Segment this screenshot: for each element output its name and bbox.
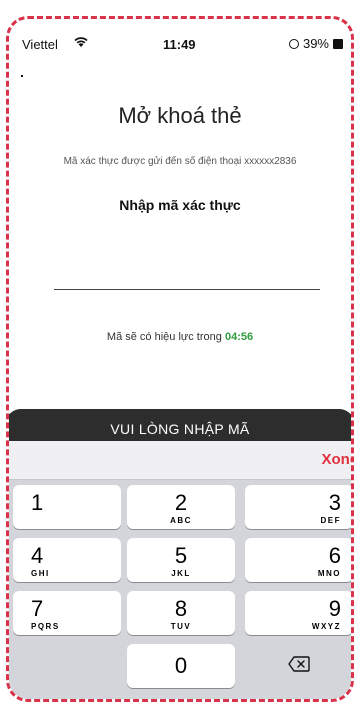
key-digit: 0 bbox=[174, 653, 188, 678]
key-letters: MNO bbox=[317, 569, 341, 578]
numeric-keyboard: Xong 1 2 ABC 3 DEF 4 GHI 5 JKL 6 MNO 7 P… bbox=[9, 441, 351, 699]
decorative-dot bbox=[21, 75, 23, 77]
key-letters: ABC bbox=[170, 516, 192, 525]
key-4[interactable]: 4 GHI bbox=[13, 538, 121, 582]
keyboard-toolbar: Xong bbox=[9, 441, 351, 480]
otp-input[interactable] bbox=[54, 225, 320, 290]
key-digit: 3 bbox=[328, 490, 341, 515]
phone-frame: Viettel 11:49 39% Mở khoá thẻ Mã xác thự… bbox=[6, 16, 354, 702]
battery-percent: 39% bbox=[302, 36, 329, 51]
key-3[interactable]: 3 DEF bbox=[245, 485, 351, 529]
key-letters: TUV bbox=[170, 622, 192, 631]
page-title: Mở khoá thẻ bbox=[118, 103, 242, 128]
key-digit: 8 bbox=[174, 596, 188, 621]
countdown-timer: 04:56 bbox=[224, 331, 254, 343]
key-digit: 2 bbox=[174, 490, 188, 515]
validity-prefix: Mã sẽ có hiệu lực trong bbox=[106, 331, 222, 343]
key-7[interactable]: 7 PQRS bbox=[13, 591, 121, 635]
backspace-key[interactable] bbox=[245, 644, 351, 688]
clock: 11:49 bbox=[163, 37, 196, 52]
carrier-label: Viettel bbox=[22, 37, 58, 52]
key-2[interactable]: 2 ABC bbox=[127, 485, 235, 529]
key-letters: PQRS bbox=[31, 622, 60, 631]
key-digit: 6 bbox=[328, 543, 341, 568]
key-letters: GHI bbox=[31, 569, 50, 578]
key-digit: 4 bbox=[31, 543, 44, 568]
key-9[interactable]: 9 WXYZ bbox=[245, 591, 351, 635]
wifi-icon bbox=[73, 36, 89, 51]
key-0[interactable]: 0 bbox=[127, 644, 235, 688]
orientation-lock-icon bbox=[288, 38, 299, 49]
backspace-icon bbox=[288, 655, 310, 677]
done-button[interactable]: Xong bbox=[322, 451, 352, 468]
key-8[interactable]: 8 TUV bbox=[127, 591, 235, 635]
key-digit: 5 bbox=[174, 543, 188, 568]
key-5[interactable]: 5 JKL bbox=[127, 538, 235, 582]
key-digit: 7 bbox=[31, 596, 44, 621]
key-digit: 9 bbox=[328, 596, 341, 621]
battery-status: 39% bbox=[288, 36, 343, 51]
key-letters: WXYZ bbox=[311, 622, 341, 631]
key-letters: JKL bbox=[171, 569, 191, 578]
status-bar: Viettel 11:49 39% bbox=[9, 19, 351, 59]
key-digit: 1 bbox=[31, 490, 44, 515]
otp-sent-message: Mã xác thực được gửi đến số điện thoại x… bbox=[63, 156, 297, 167]
key-6[interactable]: 6 MNO bbox=[245, 538, 351, 582]
validity-message: Mã sẽ có hiệu lực trong 04:56 bbox=[9, 331, 351, 343]
key-1[interactable]: 1 bbox=[13, 485, 121, 529]
key-letters: DEF bbox=[320, 516, 341, 525]
code-heading: Nhập mã xác thực bbox=[119, 197, 241, 213]
battery-icon bbox=[333, 38, 343, 49]
